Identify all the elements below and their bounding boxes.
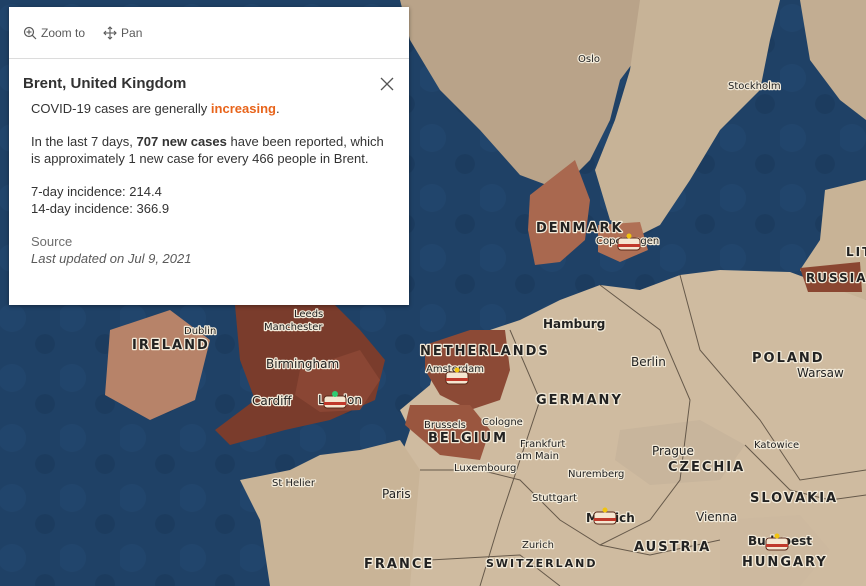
zoom-to-label: Zoom to — [41, 25, 86, 40]
label-brussels: Brussels — [424, 420, 466, 431]
label-germany: GERMANY — [536, 393, 623, 408]
label-russia: RUSSIA — [806, 271, 866, 285]
popup-toolbar: Zoom to Pan — [9, 7, 409, 59]
label-france: FRANCE — [364, 557, 434, 572]
info-popup: Zoom to Pan Brent, United Kingdom COVID-… — [9, 7, 409, 305]
label-slovakia: SLOVAKIA — [750, 491, 838, 506]
label-birmingham: Birmingham — [266, 357, 339, 371]
label-stuttgart: Stuttgart — [532, 493, 577, 504]
label-katowice: Katowice — [754, 440, 799, 451]
incidence-7day: 7-day incidence: 214.4 — [31, 184, 162, 199]
label-switzerland: SWITZERLAND — [486, 557, 597, 570]
label-prague: Prague — [652, 444, 694, 458]
label-nuremberg: Nuremberg — [568, 469, 624, 480]
pan-button[interactable]: Pan — [103, 26, 142, 40]
source-link[interactable]: Source — [31, 234, 72, 249]
label-denmark: DENMARK — [536, 221, 624, 236]
label-ireland: IRELAND — [132, 338, 210, 353]
incidence-14day: 14-day incidence: 366.9 — [31, 201, 170, 216]
source-block: Source Last updated on Jul 9, 2021 — [31, 233, 387, 267]
label-vienna: Vienna — [696, 510, 737, 524]
label-frankfurt: Frankfurt am Main — [516, 439, 565, 462]
trend-prefix: COVID-19 cases are generally — [31, 101, 211, 116]
popup-body: COVID-19 cases are generally increasing.… — [9, 92, 409, 267]
label-leeds: Leeds — [294, 309, 323, 320]
trend-word: increasing — [210, 101, 276, 116]
label-netherlands: NETHERLANDS — [420, 344, 550, 359]
last-updated: Last updated on Jul 9, 2021 — [31, 251, 192, 266]
popup-header: Brent, United Kingdom — [9, 59, 409, 92]
close-icon[interactable] — [379, 76, 395, 92]
label-manchester: Manchester — [264, 322, 323, 333]
pan-label: Pan — [121, 25, 143, 40]
cases-prefix: In the last 7 days, — [31, 134, 137, 149]
label-zurich: Zurich — [522, 540, 554, 551]
label-cologne: Cologne — [482, 417, 523, 428]
label-hamburg: Hamburg — [543, 317, 605, 331]
label-luxembourg: Luxembourg — [454, 463, 516, 474]
pan-icon — [103, 25, 117, 40]
trend-text: COVID-19 cases are generally increasing. — [31, 100, 387, 117]
label-dublin: Dublin — [184, 326, 216, 337]
zoom-to-button[interactable]: Zoom to — [23, 26, 85, 40]
trend-suffix: . — [275, 101, 280, 116]
incidence-block: 7-day incidence: 214.4 14-day incidence: … — [31, 183, 387, 217]
cases-count: 707 new cases — [136, 134, 227, 149]
cases-text: In the last 7 days, 707 new cases have b… — [31, 133, 387, 167]
label-stockholm: Stockholm — [728, 81, 781, 92]
label-oslo: Oslo — [578, 54, 600, 65]
label-czechia: CZECHIA — [668, 460, 745, 475]
popup-title: Brent, United Kingdom — [23, 75, 187, 92]
label-paris: Paris — [382, 487, 411, 501]
label-cardiff: Cardiff — [252, 394, 292, 408]
label-warsaw: Warsaw — [797, 366, 844, 380]
label-sthelier: St Helier — [272, 478, 316, 489]
label-poland: POLAND — [752, 351, 825, 366]
zoom-in-icon — [23, 26, 37, 39]
label-belgium: BELGIUM — [428, 431, 508, 446]
label-austria: AUSTRIA — [634, 540, 711, 555]
label-hungary: HUNGARY — [742, 555, 828, 570]
label-lit: LIT — [846, 245, 866, 259]
label-berlin: Berlin — [631, 355, 666, 369]
